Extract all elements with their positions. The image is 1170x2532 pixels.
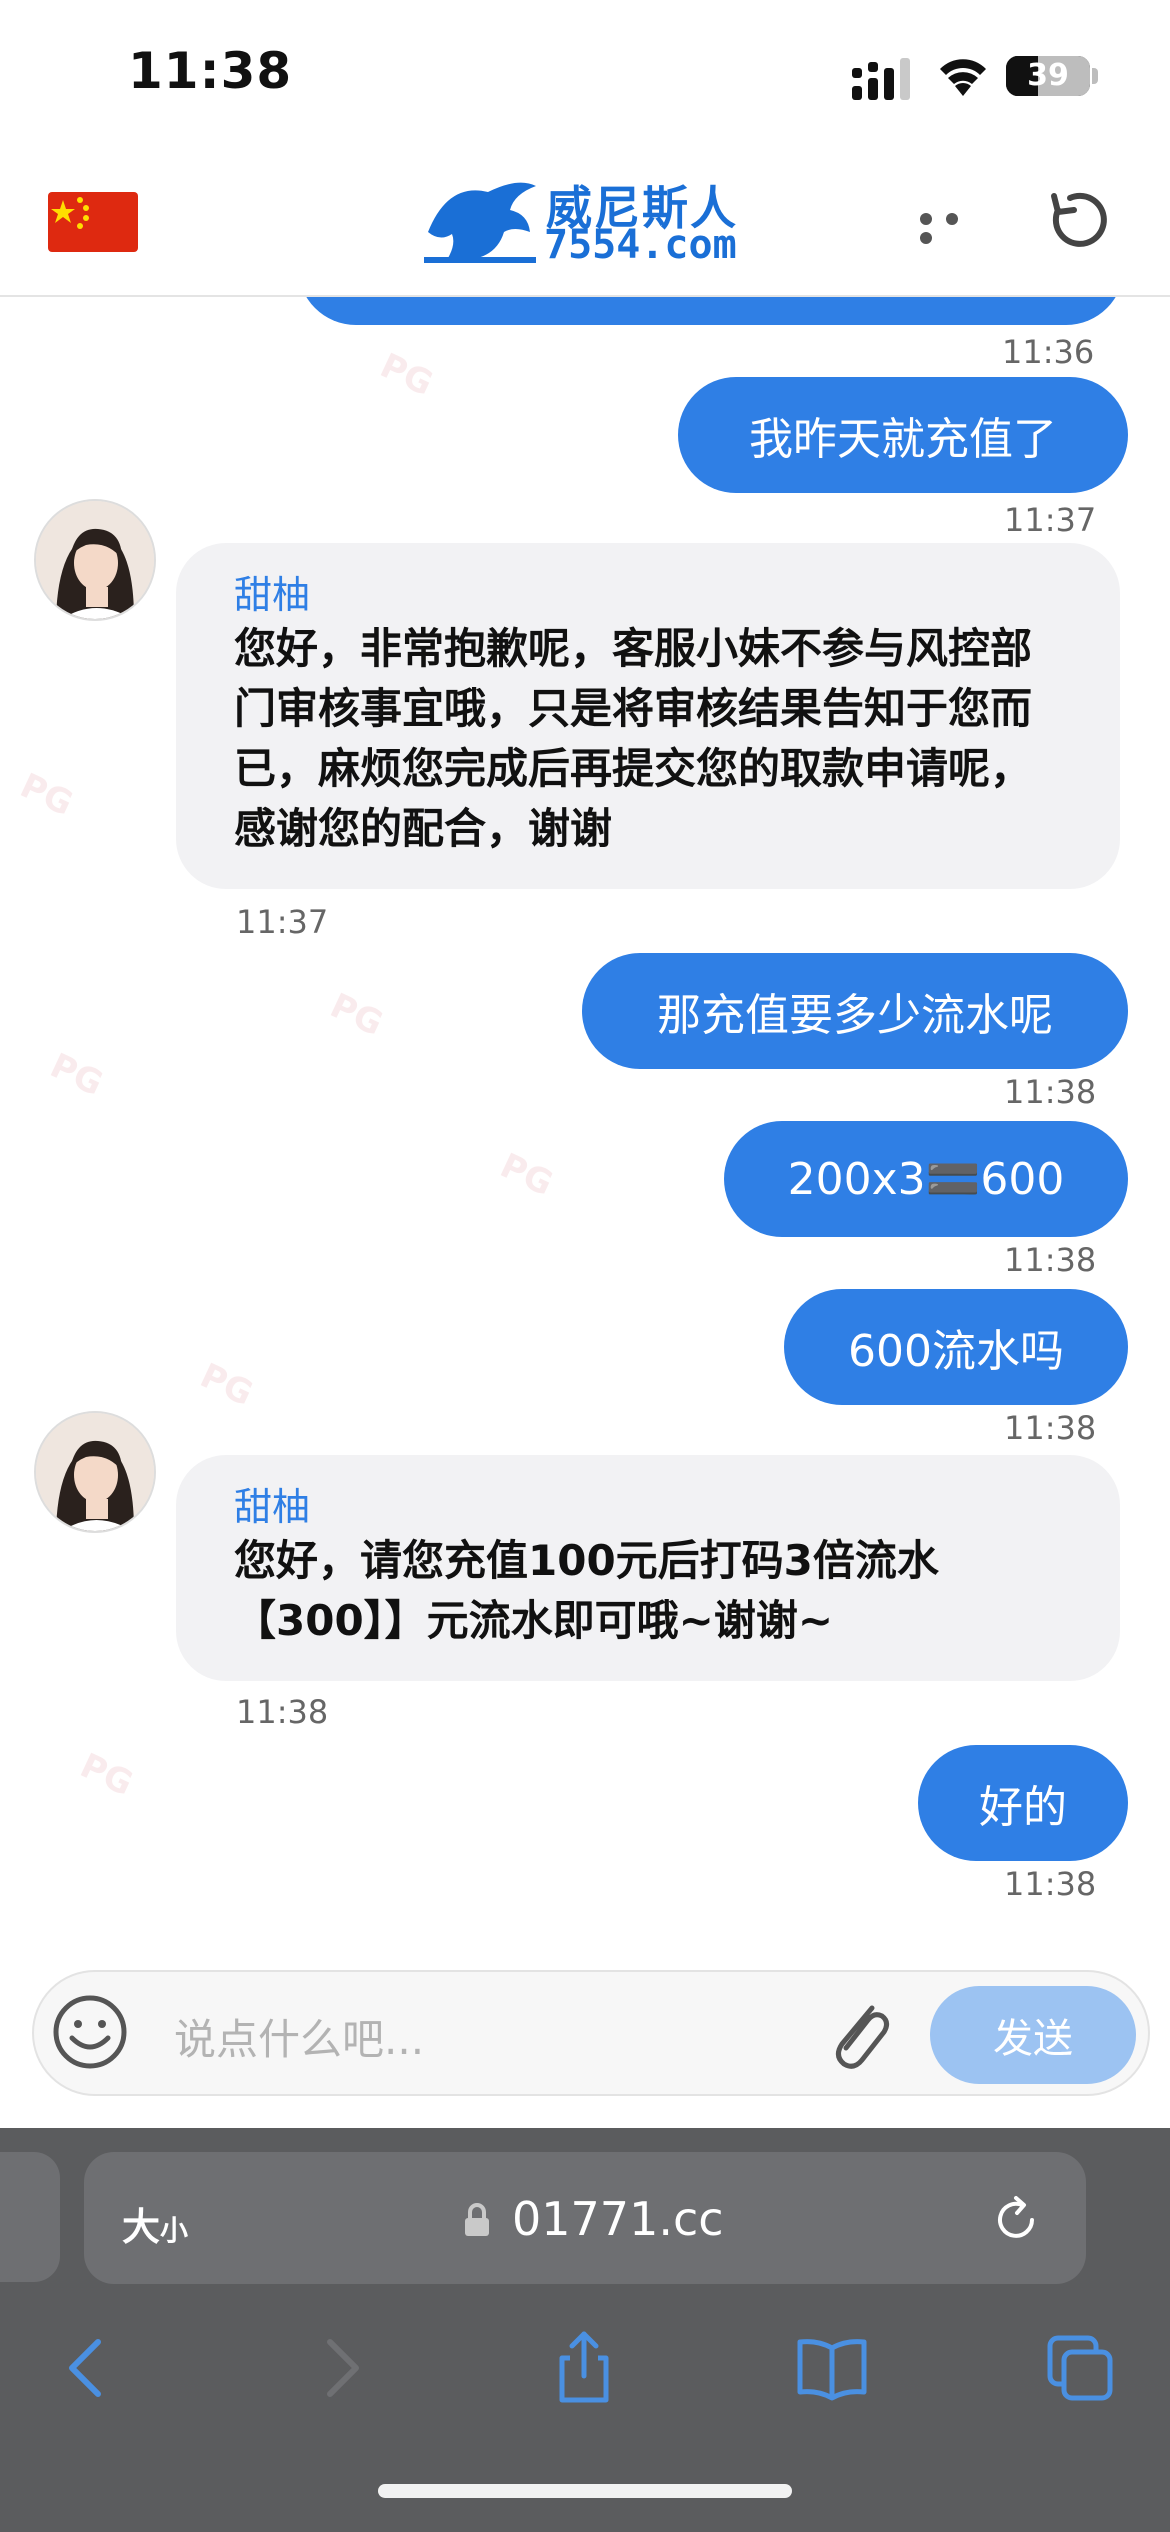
chat-header: 威尼斯人 7554.com [0, 150, 1170, 297]
sender-name: 甜柚 [234, 573, 311, 617]
back-icon[interactable] [48, 2328, 128, 2408]
message-timestamp: 11:38 [1004, 1409, 1097, 1447]
refresh-icon[interactable] [1044, 188, 1108, 252]
watermark: PG [44, 1045, 109, 1105]
attachment-icon[interactable] [824, 1994, 894, 2074]
more-options-icon[interactable] [920, 210, 992, 244]
watermark: PG [74, 1745, 139, 1805]
outgoing-message-bubble[interactable]: 好的 [918, 1745, 1128, 1861]
url-text: 01771.cc [512, 2192, 724, 2246]
lock-icon [465, 2203, 489, 2236]
message-text: 我昨天就充值了 [749, 414, 1057, 465]
chat-messages[interactable]: PG PG PG PG PG PG PG PG PG 11:36 我昨天就充值了… [0, 295, 1170, 1965]
message-timestamp: 11:38 [1004, 1073, 1097, 1111]
incoming-message-bubble[interactable]: 甜柚 您好，非常抱歉呢，客服小妹不参与风控部门审核事宜哦，只是将审核结果告知于您… [176, 543, 1120, 889]
message-timestamp: 11:37 [236, 903, 329, 941]
tabs-icon[interactable] [1040, 2328, 1120, 2408]
battery-cap [1092, 68, 1098, 84]
message-timestamp: 11:38 [1004, 1241, 1097, 1279]
message-input-bar: 说点什么吧... 发送 [32, 1970, 1150, 2096]
status-time: 11:38 [128, 42, 293, 100]
outgoing-message-bubble[interactable] [298, 295, 1124, 325]
outgoing-message-bubble[interactable]: 那充值要多少流水呢 [582, 953, 1128, 1069]
message-input[interactable]: 说点什么吧... [174, 2006, 424, 2067]
message-text: 那充值要多少流水呢 [657, 990, 1053, 1041]
message-timestamp: 11:37 [1004, 501, 1097, 539]
battery-icon: 39 [1006, 56, 1090, 96]
message-text: 您好，请您充值100元后打码3倍流水【300】】元流水即可哦~谢谢~ [234, 1536, 939, 1645]
agent-avatar-image [36, 1413, 154, 1531]
watermark: PG [494, 1145, 559, 1205]
outgoing-message-bubble[interactable]: 600流水吗 [784, 1289, 1128, 1405]
text-size-button[interactable]: 大小 [122, 2196, 188, 2251]
reload-icon[interactable] [992, 2192, 1044, 2248]
share-icon[interactable] [544, 2328, 624, 2408]
agent-avatar[interactable] [34, 1411, 156, 1533]
message-timestamp: 11:38 [1004, 1865, 1097, 1903]
outgoing-message-bubble[interactable]: 200x3🟰600 [724, 1121, 1128, 1237]
message-text: 好的 [979, 1782, 1067, 1833]
winged-lion-icon [424, 182, 536, 263]
message-timestamp: 11:38 [236, 1693, 329, 1731]
incoming-message-bubble[interactable]: 甜柚 您好，请您充值100元后打码3倍流水【300】】元流水即可哦~谢谢~ [176, 1455, 1120, 1681]
address-bar[interactable]: 大小 01771.cc [84, 2152, 1086, 2284]
status-bar: 11:38 39 [0, 0, 1170, 150]
watermark: PG [324, 985, 389, 1045]
agent-avatar[interactable] [34, 499, 156, 621]
agent-avatar-image [36, 501, 154, 619]
message-timestamp: 11:36 [1002, 333, 1095, 371]
cellular-signal-icon [852, 58, 910, 100]
send-button[interactable]: 发送 [930, 1986, 1136, 2084]
watermark: PG [14, 765, 79, 825]
battery-level: 39 [1027, 58, 1069, 93]
bookmarks-icon[interactable] [792, 2328, 872, 2408]
watermark: PG [374, 345, 439, 405]
outgoing-message-bubble[interactable]: 我昨天就充值了 [678, 377, 1128, 493]
message-text: 200x3🟰600 [787, 1154, 1065, 1205]
wifi-icon [940, 59, 986, 96]
message-text: 您好，非常抱歉呢，客服小妹不参与风控部门审核事宜哦，只是将审核结果告知于您而已，… [234, 624, 1033, 853]
browser-toolbar: 大小 01771.cc [0, 2128, 1170, 2532]
china-flag-icon[interactable] [48, 192, 138, 252]
forward-icon[interactable] [300, 2328, 380, 2408]
emoji-icon[interactable] [50, 1992, 130, 2072]
brand-logo: 威尼斯人 7554.com [418, 170, 758, 270]
message-text: 600流水吗 [848, 1326, 1064, 1377]
watermark: PG [194, 1355, 259, 1415]
previous-tab-edge[interactable] [0, 2152, 60, 2282]
sender-name: 甜柚 [234, 1485, 311, 1529]
home-indicator[interactable] [378, 2484, 792, 2498]
logo-url: 7554.com [544, 222, 737, 268]
